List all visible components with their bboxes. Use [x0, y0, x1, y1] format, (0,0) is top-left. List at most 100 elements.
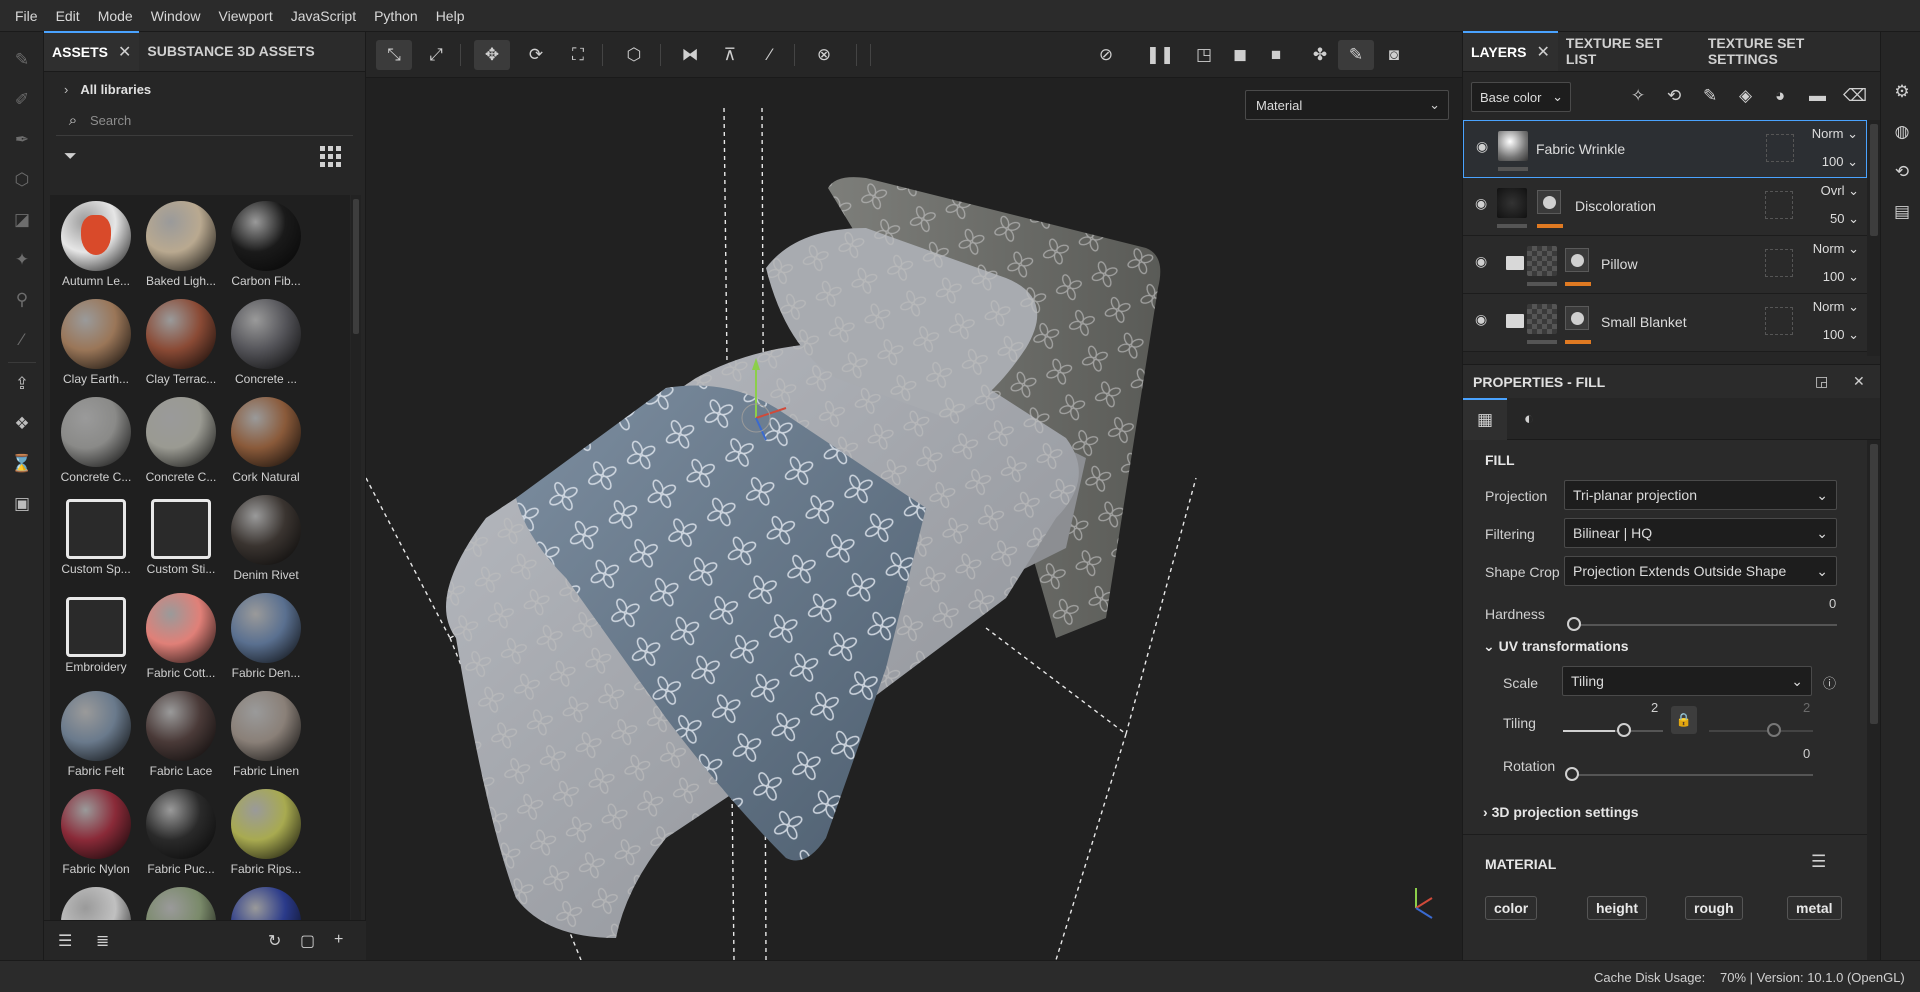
material-menu-icon[interactable]: ☰	[1811, 852, 1826, 872]
log-icon[interactable]: ▤	[1891, 202, 1913, 224]
viewport[interactable]: ⤡ ⤢ ✥ ⟳ ⛶ ⬡ ⧓ ⊼ ⁄ ⊗ ⊘ ❚❚ ◳ ◼ ■ ✤ ✎ ◙ Mat…	[365, 32, 1462, 961]
projection-select[interactable]: Tri-planar projection ⌄	[1564, 480, 1837, 510]
info-icon[interactable]: ⓘ	[1823, 673, 1836, 692]
channel-select[interactable]: Base color ⌄	[1471, 82, 1571, 112]
tiling-v-handle[interactable]	[1767, 723, 1781, 737]
hardness-handle[interactable]	[1567, 617, 1581, 631]
align-icon[interactable]: ⊼	[712, 40, 748, 70]
tab-substance-3d-assets[interactable]: SUBSTANCE 3D ASSETS	[139, 31, 322, 71]
mask-slot[interactable]	[1765, 191, 1793, 219]
rotate-icon[interactable]: ⟳	[518, 40, 554, 70]
mask-slot[interactable]	[1765, 307, 1793, 335]
mask-icon[interactable]	[1565, 248, 1589, 272]
blend-mode-select[interactable]: Norm ⌄	[1813, 241, 1859, 257]
tiling-v-slider[interactable]	[1709, 730, 1813, 732]
asset-item[interactable]: Fabric Rips...	[224, 783, 308, 881]
add-effect-icon[interactable]: ✧	[1631, 86, 1645, 106]
asset-item[interactable]: Fabric Linen	[224, 685, 308, 783]
asset-item[interactable]: Fabric Den...	[224, 587, 308, 685]
color-picker-icon[interactable]: ⁄	[10, 328, 34, 352]
asset-item[interactable]: Fabric Puc...	[139, 783, 223, 881]
filter-icon[interactable]: ⏷	[64, 148, 77, 166]
rotation-handle[interactable]	[1565, 767, 1579, 781]
tiling-handle[interactable]	[1617, 723, 1631, 737]
uv-transform-icon[interactable]: ⤡	[376, 40, 412, 70]
add-folder-icon[interactable]: ▬	[1809, 86, 1826, 106]
material-tab-icon[interactable]: ◐	[1507, 398, 1551, 440]
layer-row[interactable]: ◉ Fabric Wrinkle Norm ⌄ 100 ⌄	[1463, 120, 1867, 178]
3d-projection-toggle[interactable]: › 3D projection settings	[1483, 804, 1639, 820]
chip-height[interactable]: height	[1587, 896, 1647, 920]
asset-item[interactable]: Fabric Nylon	[54, 783, 138, 881]
refresh-icon[interactable]: ↻	[268, 931, 281, 951]
history-icon[interactable]: ⟲	[1891, 162, 1913, 184]
scale-select[interactable]: Tiling ⌄	[1562, 666, 1812, 696]
menu-viewport[interactable]: Viewport	[210, 0, 282, 32]
list-view-icon[interactable]: ☰	[58, 931, 72, 951]
add-filter-icon[interactable]: ⟲	[1667, 86, 1681, 106]
view-3d-cube-icon[interactable]: ◼	[1222, 40, 1258, 70]
chip-color[interactable]: color	[1485, 896, 1538, 920]
blend-mode-select[interactable]: Ovrl ⌄	[1821, 183, 1859, 199]
opacity-select[interactable]: 50 ⌄	[1830, 211, 1859, 227]
eye-icon[interactable]: ◉	[1475, 311, 1487, 328]
asset-item[interactable]: Concrete C...	[54, 391, 138, 489]
eye-icon[interactable]: ◉	[1475, 253, 1487, 270]
shape-crop-select[interactable]: Projection Extends Outside Shape ⌄	[1564, 556, 1837, 586]
material-mode-dropdown[interactable]: Material ⌄	[1245, 90, 1449, 120]
move-icon[interactable]: ✥	[474, 40, 510, 70]
uv-transform-options-icon[interactable]: ⤢	[418, 40, 454, 70]
paint-mode-icon[interactable]: ✤	[1302, 40, 1338, 70]
asset-item[interactable]: Custom Sti...	[139, 489, 223, 587]
add-fill-layer-icon[interactable]: ◈	[1739, 86, 1752, 106]
polygon-fill-icon[interactable]: ◪	[10, 208, 34, 232]
menu-edit[interactable]: Edit	[47, 0, 89, 32]
display-settings-icon[interactable]: ⚙	[1891, 82, 1913, 104]
opacity-select[interactable]: 100 ⌄	[1823, 269, 1859, 285]
bake-icon[interactable]: ❖	[10, 412, 34, 436]
tab-assets[interactable]: ASSETS ✕	[44, 31, 140, 71]
object-mode-icon[interactable]: ⬡	[616, 40, 652, 70]
asset-item[interactable]: Autumn Le...	[54, 195, 138, 293]
eraser-icon[interactable]: ✐	[10, 88, 34, 112]
delete-icon[interactable]: ⌫	[1843, 86, 1867, 106]
3d-scene[interactable]	[365, 78, 1462, 961]
asset-item[interactable]: Fabric Felt	[54, 685, 138, 783]
menu-file[interactable]: File	[6, 0, 47, 32]
scale-icon[interactable]: ⛶	[560, 40, 596, 70]
asset-item[interactable]: Clay Earth...	[54, 293, 138, 391]
properties-scrollbar[interactable]	[1867, 440, 1881, 960]
export-icon[interactable]: ⇪	[10, 372, 34, 396]
asset-item[interactable]: Clay Terrac...	[139, 293, 223, 391]
hourglass-icon[interactable]: ⌛	[10, 452, 34, 476]
add-paint-layer-icon[interactable]: ✎	[1703, 86, 1717, 106]
chip-rough[interactable]: rough	[1685, 896, 1743, 920]
eye-icon[interactable]: ◉	[1476, 138, 1488, 155]
asset-item[interactable]: Concrete C...	[139, 391, 223, 489]
lock-icon[interactable]: 🔒	[1671, 706, 1697, 734]
fill-settings-tab-icon[interactable]: ▦	[1463, 398, 1507, 440]
grid-view-icon[interactable]	[320, 146, 341, 167]
asset-item[interactable]: Embroidery	[54, 587, 138, 685]
list-detail-icon[interactable]: ≣	[96, 931, 109, 951]
blend-mode-select[interactable]: Norm ⌄	[1812, 126, 1858, 142]
filtering-select[interactable]: Bilinear | HQ ⌄	[1564, 518, 1837, 548]
hide-overlay-icon[interactable]: ⊘	[1088, 40, 1124, 70]
opacity-select[interactable]: 100 ⌄	[1822, 154, 1858, 170]
view-2d-icon[interactable]: ◳	[1186, 40, 1222, 70]
assets-scrollbar[interactable]	[351, 195, 361, 950]
close-icon[interactable]: ✕	[1537, 42, 1550, 62]
asset-item[interactable]: Baked Ligh...	[139, 195, 223, 293]
tab-layers[interactable]: LAYERS ✕	[1463, 31, 1558, 71]
tab-texture-set-list[interactable]: TEXTURE SET LIST	[1558, 31, 1700, 71]
uv-transformations-toggle[interactable]: ⌄ UV transformations	[1483, 638, 1629, 655]
rotation-slider[interactable]	[1567, 774, 1813, 776]
reset-icon[interactable]: ⊗	[806, 40, 842, 70]
clone-stamp-icon[interactable]: ⚲	[10, 288, 34, 312]
asset-item[interactable]: Custom Sp...	[54, 489, 138, 587]
screenshot-icon[interactable]: ◙	[1376, 40, 1412, 70]
menu-window[interactable]: Window	[142, 0, 210, 32]
layer-row[interactable]: ◉ Small Blanket Norm ⌄ 100 ⌄	[1463, 294, 1867, 352]
new-window-icon[interactable]: ▢	[300, 931, 315, 951]
asset-item[interactable]: Cork Natural	[224, 391, 308, 489]
